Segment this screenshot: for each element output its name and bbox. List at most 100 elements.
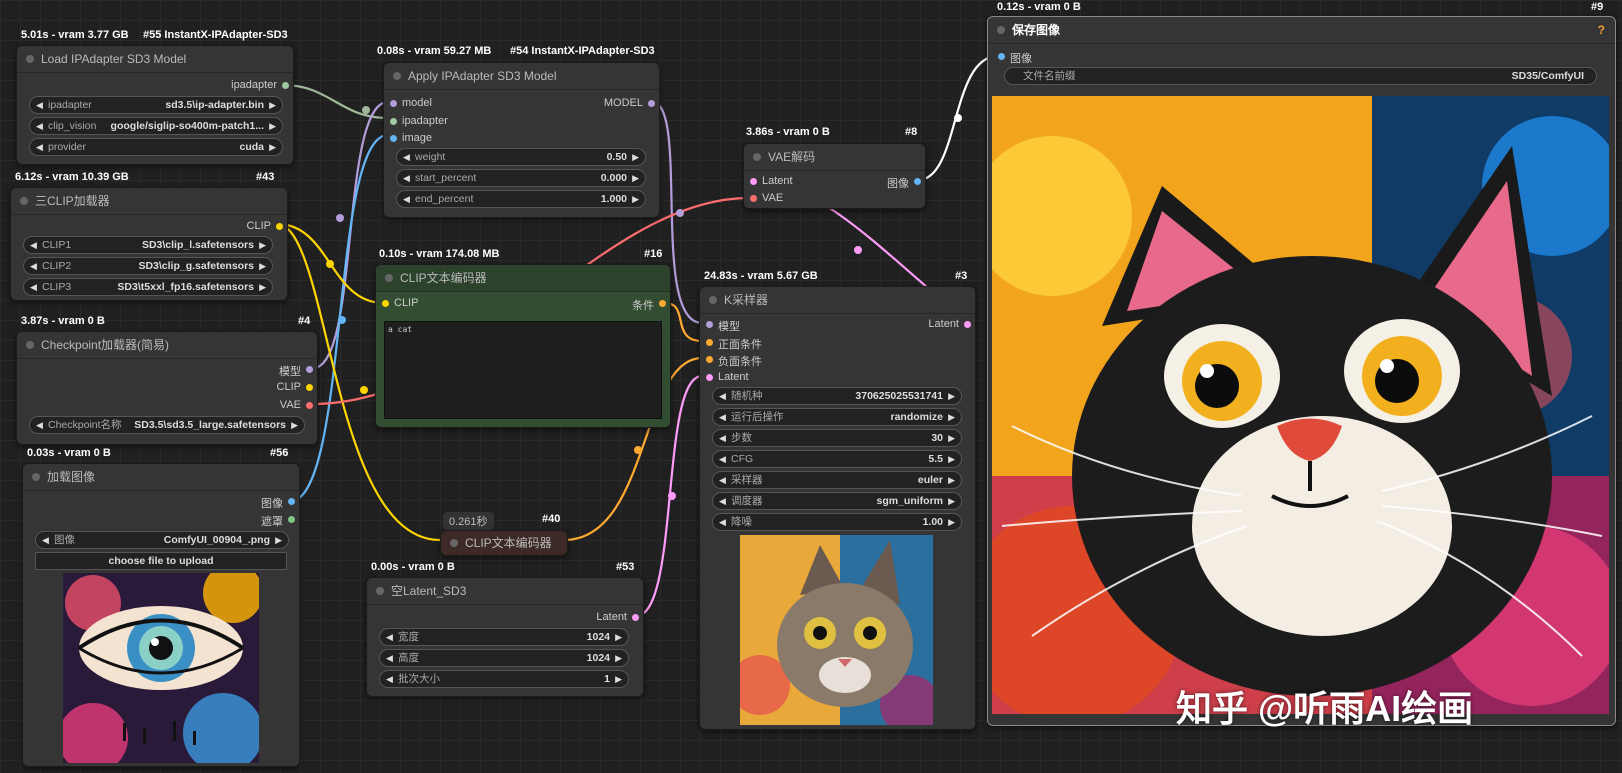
output-mask[interactable]: 遮罩 — [261, 513, 295, 529]
arrow-right-icon[interactable]: ▶ — [948, 409, 955, 425]
output-latent[interactable]: Latent — [928, 318, 971, 330]
output-pin-icon[interactable] — [306, 366, 313, 373]
node55-title[interactable]: Load IPAdapter SD3 Model — [17, 46, 293, 73]
output-model[interactable]: 模型 — [279, 363, 313, 379]
input-pin-icon[interactable] — [750, 178, 757, 185]
input-pin-icon[interactable] — [390, 118, 397, 125]
arrow-right-icon[interactable]: ▶ — [269, 118, 276, 134]
node-empty-latent[interactable]: 空Latent_SD3 Latent ◀ 宽度 1024 ▶ ◀ 高度 1024 ▶ ◀ 批次… — [366, 577, 644, 697]
input-negative[interactable]: 负面条件 — [706, 353, 762, 369]
widget-steps[interactable]: ◀ 步数 30 ▶ — [712, 429, 962, 447]
widget-clip3[interactable]: ◀ CLIP3 SD3\t5xxl_fp16.safetensors ▶ — [23, 278, 273, 296]
input-pin-icon[interactable] — [706, 356, 713, 363]
input-vae[interactable]: VAE — [750, 192, 783, 204]
arrow-left-icon[interactable]: ◀ — [719, 514, 726, 530]
input-pin-icon[interactable] — [706, 339, 713, 346]
widget-width[interactable]: ◀ 宽度 1024 ▶ — [379, 628, 629, 646]
node53-title[interactable]: 空Latent_SD3 — [367, 578, 643, 605]
node-load-ipadapter[interactable]: Load IPAdapter SD3 Model ipadapter ◀ ipad… — [16, 45, 294, 165]
node-vae-decode[interactable]: VAE解码 Latent VAE 图像 — [743, 143, 926, 209]
input-image[interactable]: 图像 — [998, 50, 1032, 66]
input-ipadapter[interactable]: ipadapter — [390, 115, 448, 127]
node4-title[interactable]: Checkpoint加载器(简易) — [17, 332, 317, 359]
widget-denoise[interactable]: ◀ 降噪 1.00 ▶ — [712, 513, 962, 531]
arrow-left-icon[interactable]: ◀ — [403, 191, 410, 207]
output-ipadapter[interactable]: ipadapter — [231, 79, 289, 91]
collapse-dot-icon[interactable] — [997, 26, 1005, 34]
node-save-image[interactable]: 保存图像? 图像 文件名前缀 SD35/ComfyUI — [987, 16, 1616, 726]
input-pin-icon[interactable] — [706, 374, 713, 381]
node-checkpoint-loader[interactable]: Checkpoint加载器(简易) 模型 CLIP VAE ◀ Checkpoin… — [16, 331, 318, 445]
output-pin-icon[interactable] — [288, 516, 295, 523]
collapse-dot-icon[interactable] — [26, 341, 34, 349]
widget-clip2[interactable]: ◀ CLIP2 SD3\clip_g.safetensors ▶ — [23, 257, 273, 275]
node-clip-text-encode-positive[interactable]: CLIP文本编码器 CLIP 条件 a cat — [375, 264, 671, 428]
node9-title[interactable]: 保存图像? — [988, 17, 1615, 44]
prompt-textarea[interactable]: a cat — [384, 321, 662, 419]
node-triple-clip-loader[interactable]: 三CLIP加载器 CLIP ◀ CLIP1 SD3\clip_l.safetenso… — [10, 187, 288, 301]
arrow-left-icon[interactable]: ◀ — [719, 388, 726, 404]
output-conditioning[interactable]: 条件 — [632, 297, 666, 313]
input-latent[interactable]: Latent — [706, 371, 749, 383]
arrow-right-icon[interactable]: ▶ — [948, 472, 955, 488]
arrow-left-icon[interactable]: ◀ — [386, 671, 393, 687]
arrow-left-icon[interactable]: ◀ — [403, 170, 410, 186]
arrow-left-icon[interactable]: ◀ — [386, 650, 393, 666]
arrow-left-icon[interactable]: ◀ — [30, 258, 37, 274]
node56-title[interactable]: 加载图像 — [23, 464, 299, 491]
output-image[interactable]: 图像 — [887, 175, 921, 191]
collapse-dot-icon[interactable] — [376, 587, 384, 595]
node-ksampler[interactable]: K采样器 模型 正面条件 负面条件 Latent Latent ◀ 随机种 3706… — [699, 286, 976, 730]
widget-control-after-generate[interactable]: ◀ 运行后操作 randomize ▶ — [712, 408, 962, 426]
arrow-right-icon[interactable]: ▶ — [259, 279, 266, 295]
arrow-right-icon[interactable]: ▶ — [269, 97, 276, 113]
widget-scheduler[interactable]: ◀ 调度器 sgm_uniform ▶ — [712, 492, 962, 510]
output-latent[interactable]: Latent — [596, 611, 639, 623]
output-image[interactable]: 图像 — [261, 495, 295, 511]
output-pin-icon[interactable] — [306, 384, 313, 391]
input-pin-icon[interactable] — [390, 135, 397, 142]
help-icon[interactable]: ? — [1598, 17, 1605, 43]
widget-image-file[interactable]: ◀ 图像 ComfyUI_00904_.png ▶ — [35, 531, 289, 549]
arrow-right-icon[interactable]: ▶ — [615, 650, 622, 666]
collapse-dot-icon[interactable] — [385, 274, 393, 282]
arrow-left-icon[interactable]: ◀ — [403, 149, 410, 165]
arrow-right-icon[interactable]: ▶ — [632, 149, 639, 165]
input-pin-icon[interactable] — [390, 100, 397, 107]
arrow-left-icon[interactable]: ◀ — [36, 97, 43, 113]
arrow-right-icon[interactable]: ▶ — [948, 493, 955, 509]
arrow-left-icon[interactable]: ◀ — [386, 629, 393, 645]
widget-batch-size[interactable]: ◀ 批次大小 1 ▶ — [379, 670, 629, 688]
arrow-right-icon[interactable]: ▶ — [632, 170, 639, 186]
input-image[interactable]: image — [390, 132, 432, 144]
node43-title[interactable]: 三CLIP加载器 — [11, 188, 287, 215]
output-pin-icon[interactable] — [632, 614, 639, 621]
output-pin-icon[interactable] — [306, 402, 313, 409]
arrow-right-icon[interactable]: ▶ — [291, 417, 298, 433]
output-model[interactable]: MODEL — [604, 97, 655, 109]
collapse-dot-icon[interactable] — [393, 72, 401, 80]
collapse-dot-icon[interactable] — [753, 153, 761, 161]
widget-ipadapter-file[interactable]: ◀ ipadapter sd3.5\ip-adapter.bin ▶ — [29, 96, 283, 114]
input-clip[interactable]: CLIP — [382, 297, 418, 309]
widget-weight[interactable]: ◀ weight 0.50 ▶ — [396, 148, 646, 166]
arrow-left-icon[interactable]: ◀ — [30, 237, 37, 253]
arrow-left-icon[interactable]: ◀ — [719, 472, 726, 488]
output-pin-icon[interactable] — [914, 178, 921, 185]
node8-title[interactable]: VAE解码 — [744, 144, 925, 171]
widget-provider[interactable]: ◀ provider cuda ▶ — [29, 138, 283, 156]
widget-checkpoint-name[interactable]: ◀ Checkpoint名称 SD3.5\sd3.5_large.safetenso… — [29, 416, 305, 434]
arrow-left-icon[interactable]: ◀ — [719, 451, 726, 467]
arrow-right-icon[interactable]: ▶ — [948, 430, 955, 446]
output-pin-icon[interactable] — [964, 321, 971, 328]
widget-height[interactable]: ◀ 高度 1024 ▶ — [379, 649, 629, 667]
collapse-dot-icon[interactable] — [32, 473, 40, 481]
output-pin-icon[interactable] — [648, 100, 655, 107]
output-pin-icon[interactable] — [659, 300, 666, 307]
collapse-dot-icon[interactable] — [709, 296, 717, 304]
arrow-left-icon[interactable]: ◀ — [719, 493, 726, 509]
arrow-left-icon[interactable]: ◀ — [719, 409, 726, 425]
node-clip-text-encode-negative[interactable]: CLIP文本编码器 — [440, 530, 568, 556]
collapse-dot-icon[interactable] — [26, 55, 34, 63]
arrow-right-icon[interactable]: ▶ — [948, 388, 955, 404]
